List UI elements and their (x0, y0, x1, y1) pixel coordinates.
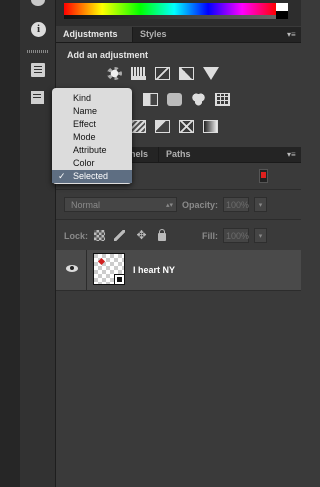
smart-object-badge-icon (114, 274, 125, 285)
fill-dropdown[interactable]: ▾ (254, 228, 267, 243)
character-panel-icon[interactable] (31, 63, 45, 77)
info-icon[interactable]: i (31, 22, 46, 37)
lock-all-icon[interactable] (158, 229, 166, 241)
exposure-icon[interactable] (179, 67, 194, 80)
gradient-map-icon[interactable] (179, 120, 194, 133)
fill-label: Fill: (202, 231, 218, 241)
panel-menu-icon[interactable]: ▾≡ (287, 150, 297, 159)
opacity-label: Opacity: (182, 200, 219, 210)
menu-item-label: Name (73, 106, 98, 116)
blend-mode-value: Normal (71, 200, 101, 210)
color-spectrum[interactable] (64, 3, 276, 19)
gradient-icon[interactable] (203, 120, 218, 133)
checkmark-icon: ✓ (58, 171, 66, 181)
tab-styles[interactable]: Styles (132, 27, 174, 42)
lock-transparent-icon[interactable] (94, 230, 105, 241)
panel-icon-column: i (20, 0, 56, 487)
photo-filter-icon[interactable] (167, 93, 182, 106)
filter-toggle-switch[interactable] (259, 169, 268, 183)
levels-icon[interactable] (131, 67, 146, 80)
menu-item-label: Attribute (73, 145, 107, 155)
menu-item-mode[interactable]: Mode (52, 131, 132, 144)
lock-label: Lock: (64, 231, 89, 241)
divider (56, 189, 301, 190)
fill-field[interactable]: 100% (223, 228, 249, 243)
eye-visibility-icon[interactable] (66, 265, 78, 272)
menu-item-label: Effect (73, 119, 96, 129)
menu-item-name[interactable]: Name (52, 105, 132, 118)
menu-item-label: Color (73, 158, 95, 168)
selective-color-icon[interactable] (155, 120, 170, 133)
opacity-field[interactable]: 100% (223, 197, 249, 212)
black-white-icon[interactable] (143, 93, 158, 106)
menu-item-effect[interactable]: Effect (52, 118, 132, 131)
tool-strip (0, 0, 20, 487)
menu-item-color[interactable]: Color (52, 157, 132, 170)
opacity-dropdown[interactable]: ▾ (254, 197, 267, 212)
layer-row[interactable]: I heart NY (56, 250, 301, 291)
panel-grip[interactable] (27, 50, 49, 53)
divider (56, 219, 301, 220)
menu-item-kind[interactable]: Kind (52, 92, 132, 105)
brightness-contrast-icon[interactable] (107, 67, 122, 80)
black-white-swatch[interactable] (276, 3, 288, 19)
layer-thumbnail[interactable] (93, 253, 125, 285)
tab-adjustments[interactable]: Adjustments (56, 27, 132, 42)
chevron-updown-icon: ▴▾ (165, 202, 173, 209)
menu-item-label: Mode (73, 132, 96, 142)
lock-paint-brush-icon[interactable] (114, 230, 125, 241)
vibrance-icon[interactable] (203, 67, 219, 80)
menu-item-attribute[interactable]: Attribute (52, 144, 132, 157)
layer-name[interactable]: I heart NY (133, 265, 175, 275)
menu-item-label: Selected (73, 171, 109, 181)
channel-mixer-icon[interactable] (191, 93, 206, 106)
paragraph-panel-icon[interactable] (31, 91, 44, 104)
divider (86, 250, 87, 290)
tab-paths[interactable]: Paths (158, 147, 198, 162)
panel-menu-icon[interactable]: ▾≡ (287, 30, 297, 39)
adjustments-tab-bar: Adjustments Styles ▾≡ (56, 27, 301, 43)
color-lookup-icon[interactable] (215, 93, 230, 106)
adjustments-title: Add an adjustment (67, 50, 149, 60)
layers-panel: Normal ▴▾ Opacity: 100% ▾ Lock: ✥ Fill: … (56, 163, 301, 487)
color-panel (56, 0, 301, 26)
lock-position-move-icon[interactable]: ✥ (136, 229, 147, 241)
blend-mode-select[interactable]: Normal ▴▾ (64, 197, 177, 212)
menu-item-label: Kind (73, 93, 92, 103)
curves-icon[interactable] (155, 67, 170, 80)
heart-icon (97, 257, 106, 266)
layer-filter-menu: Kind Name Effect Mode Attribute Color ✓ … (52, 88, 132, 184)
threshold-icon[interactable] (131, 120, 146, 133)
menu-item-selected[interactable]: ✓ Selected (52, 170, 132, 183)
adjustments-icon[interactable] (31, 0, 45, 6)
